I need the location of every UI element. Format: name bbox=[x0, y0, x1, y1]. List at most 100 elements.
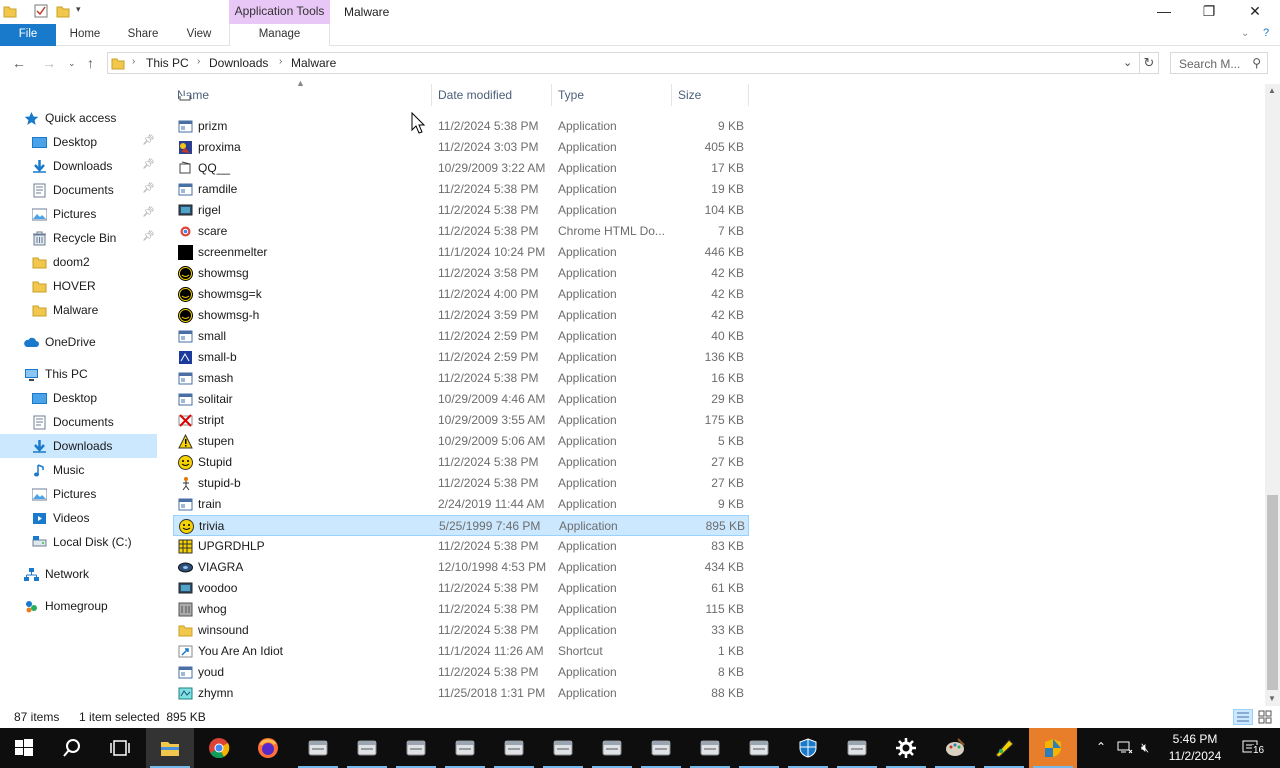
forward-arrow-icon[interactable]: → bbox=[42, 55, 56, 71]
table-row[interactable]: rigel 11/2/2024 5:38 PM Application 104 KB bbox=[173, 200, 749, 221]
sidebar-item-recycle-bin[interactable]: Recycle Bin 📌︎ bbox=[0, 226, 157, 250]
table-row[interactable]: zhymn 11/25/2018 1:31 PM Application 88 KB bbox=[173, 683, 749, 704]
action-center-button[interactable]: 16 bbox=[1236, 728, 1280, 768]
search-input[interactable]: Search M... ⚲ bbox=[1170, 52, 1268, 74]
chevron-down-icon[interactable]: ⌄ bbox=[1123, 56, 1132, 69]
details-view-icon[interactable] bbox=[1233, 709, 1253, 725]
help-icon[interactable]: ? bbox=[1263, 27, 1269, 39]
table-row[interactable]: showmsg=k 11/2/2024 4:00 PM Application 42 … bbox=[173, 284, 749, 305]
table-row[interactable]: stupen 10/29/2009 5:06 AM Application 5 KB bbox=[173, 431, 749, 452]
taskbar-app-9[interactable] bbox=[686, 728, 734, 768]
table-row[interactable]: showmsg 11/2/2024 3:58 PM Application 42 KB bbox=[173, 263, 749, 284]
refresh-button[interactable]: ↻ bbox=[1139, 52, 1159, 74]
taskbar-app-16[interactable] bbox=[1029, 728, 1077, 768]
scrollbar-thumb[interactable] bbox=[1267, 495, 1278, 690]
tab-share[interactable]: Share bbox=[120, 24, 166, 46]
restore-button[interactable]: ❐ bbox=[1186, 0, 1232, 24]
breadcrumb-separator[interactable]: › bbox=[197, 56, 200, 67]
taskbar-app-10[interactable] bbox=[735, 728, 783, 768]
breadcrumb-this-pc[interactable]: This PC bbox=[146, 56, 189, 70]
sidebar-item-local-disk-c[interactable]: Local Disk (C:) bbox=[0, 530, 157, 554]
clock-time[interactable]: 5:46 PM bbox=[1160, 732, 1230, 746]
sidebar-item-documents[interactable]: Documents 📌︎ bbox=[0, 178, 157, 202]
recent-locations-icon[interactable]: ⌄ bbox=[68, 58, 76, 69]
sidebar-item-documents[interactable]: Documents bbox=[0, 410, 157, 434]
sidebar-item-downloads[interactable]: Downloads bbox=[0, 434, 157, 458]
table-row[interactable]: small-b 11/2/2024 2:59 PM Application 136 K… bbox=[173, 347, 749, 368]
scroll-up-icon[interactable]: ▲ bbox=[1268, 86, 1276, 95]
sidebar-item-music[interactable]: Music bbox=[0, 458, 157, 482]
table-row[interactable]: scare 11/2/2024 5:38 PM Chrome HTML Do... 7… bbox=[173, 221, 749, 242]
sidebar-item-homegroup[interactable]: Homegroup bbox=[0, 594, 157, 618]
up-arrow-icon[interactable]: ↑ bbox=[87, 55, 94, 71]
large-icons-view-icon[interactable] bbox=[1258, 710, 1272, 727]
breadcrumb-separator[interactable]: › bbox=[279, 56, 282, 67]
volume-muted-icon[interactable]: 🔇︎ bbox=[1141, 740, 1149, 756]
taskbar-app-4[interactable] bbox=[441, 728, 489, 768]
table-row[interactable]: smash 11/2/2024 5:38 PM Application 16 KB bbox=[173, 368, 749, 389]
sidebar-item-doom2[interactable]: doom2 bbox=[0, 250, 157, 274]
table-row[interactable]: UPGRDHLP 11/2/2024 5:38 PM Application 83 K… bbox=[173, 536, 749, 557]
table-row[interactable]: stript 10/29/2009 3:55 AM Application 175 K… bbox=[173, 410, 749, 431]
table-row[interactable]: ramdile 11/2/2024 5:38 PM Application 19 KB bbox=[173, 179, 749, 200]
taskbar-app-13[interactable] bbox=[882, 728, 930, 768]
back-arrow-icon[interactable]: ← bbox=[12, 55, 26, 71]
table-row[interactable]: You Are An Idiot 11/1/2024 11:26 AM Shortc… bbox=[173, 641, 749, 662]
sidebar-item-downloads[interactable]: Downloads 📌︎ bbox=[0, 154, 157, 178]
tab-file[interactable]: File bbox=[0, 24, 56, 46]
table-row[interactable]: stupid-b 11/2/2024 5:38 PM Application 27 K… bbox=[173, 473, 749, 494]
sidebar-item-desktop[interactable]: Desktop 📌︎ bbox=[0, 130, 157, 154]
scroll-down-icon[interactable]: ▼ bbox=[1268, 694, 1276, 703]
taskbar-app-2[interactable] bbox=[343, 728, 391, 768]
sidebar-item-pictures[interactable]: Pictures 📌︎ bbox=[0, 202, 157, 226]
new-folder-icon[interactable] bbox=[56, 4, 70, 18]
show-hidden-icons[interactable]: ⌃ bbox=[1096, 740, 1106, 754]
taskbar-app-15[interactable] bbox=[980, 728, 1028, 768]
sidebar-item-desktop[interactable]: Desktop bbox=[0, 386, 157, 410]
close-button[interactable]: ✕ bbox=[1232, 0, 1278, 24]
sidebar-item-quick-access[interactable]: Quick access bbox=[0, 106, 157, 130]
sidebar-item-hover[interactable]: HOVER bbox=[0, 274, 157, 298]
taskbar-app-6[interactable] bbox=[539, 728, 587, 768]
table-row[interactable]: VIAGRA 12/10/1998 4:53 PM Application 434 K… bbox=[173, 557, 749, 578]
sidebar-item-videos[interactable]: Videos bbox=[0, 506, 157, 530]
table-row[interactable]: showmsg-h 11/2/2024 3:59 PM Application 42 … bbox=[173, 305, 749, 326]
table-row[interactable]: trivia 5/25/1999 7:46 PM Application 895 KB bbox=[173, 515, 749, 536]
table-row[interactable]: small 11/2/2024 2:59 PM Application 40 KB bbox=[173, 326, 749, 347]
table-row[interactable]: prizm 11/2/2024 5:38 PM Application 9 KB bbox=[173, 116, 749, 137]
taskbar-app-1[interactable] bbox=[294, 728, 342, 768]
table-row[interactable]: train 2/24/2019 11:44 AM Application 9 KB bbox=[173, 494, 749, 515]
taskbar-firefox[interactable] bbox=[244, 728, 292, 768]
sidebar-item-this-pc[interactable]: This PC bbox=[0, 362, 157, 386]
taskbar-app-11[interactable] bbox=[784, 728, 832, 768]
taskbar-app-8[interactable] bbox=[637, 728, 685, 768]
taskbar-app-5[interactable] bbox=[490, 728, 538, 768]
breadcrumb-downloads[interactable]: Downloads bbox=[209, 56, 268, 70]
breadcrumb-malware[interactable]: Malware bbox=[291, 56, 336, 70]
table-row-partial[interactable] bbox=[173, 96, 749, 106]
clock-date[interactable]: 11/2/2024 bbox=[1160, 749, 1230, 763]
table-row[interactable]: Stupid 11/2/2024 5:38 PM Application 27 KB bbox=[173, 452, 749, 473]
table-row[interactable]: whog 11/2/2024 5:38 PM Application 115 KB bbox=[173, 599, 749, 620]
taskbar-app-12[interactable] bbox=[833, 728, 881, 768]
table-row[interactable]: proxima 11/2/2024 3:03 PM Application 405 K… bbox=[173, 137, 749, 158]
address-bar[interactable]: › This PC › Downloads › Malware ⌄ bbox=[107, 52, 1140, 74]
tab-home[interactable]: Home bbox=[62, 24, 108, 46]
table-row[interactable]: voodoo 11/2/2024 5:38 PM Application 61 KB bbox=[173, 578, 749, 599]
table-row[interactable]: screenmelter 11/1/2024 10:24 PM Applicatio… bbox=[173, 242, 749, 263]
expand-ribbon-icon[interactable]: ⌄ bbox=[1241, 28, 1249, 39]
taskbar-app-14[interactable] bbox=[931, 728, 979, 768]
network-tray-icon[interactable] bbox=[1117, 740, 1133, 757]
tab-view[interactable]: View bbox=[176, 24, 222, 46]
breadcrumb-separator[interactable]: › bbox=[132, 56, 135, 67]
table-row[interactable]: solitair 10/29/2009 4:46 AM Application 29 … bbox=[173, 389, 749, 410]
taskbar-app-3[interactable] bbox=[392, 728, 440, 768]
start-button[interactable] bbox=[0, 728, 48, 768]
sidebar-item-network[interactable]: Network bbox=[0, 562, 157, 586]
minimize-button[interactable]: — bbox=[1141, 0, 1187, 24]
properties-icon[interactable] bbox=[34, 4, 48, 18]
sidebar-item-onedrive[interactable]: OneDrive bbox=[0, 330, 157, 354]
task-view-button[interactable] bbox=[96, 728, 144, 768]
taskbar-file-explorer[interactable] bbox=[146, 728, 194, 768]
sidebar-item-malware[interactable]: Malware bbox=[0, 298, 157, 322]
